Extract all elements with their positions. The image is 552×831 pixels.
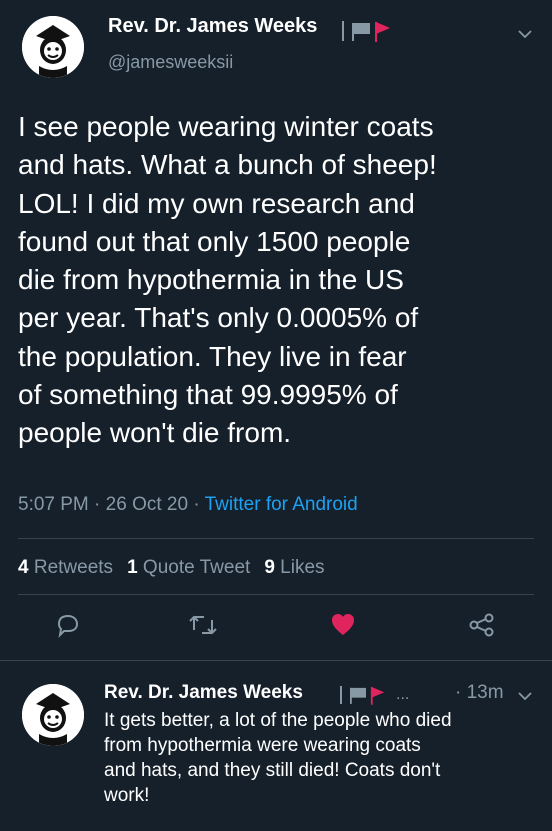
share-icon[interactable]	[468, 612, 496, 643]
retweets-count: 4	[18, 557, 29, 578]
name-separator	[342, 21, 344, 41]
divider	[18, 594, 534, 595]
meta-separator: ·	[188, 494, 205, 515]
chevron-down-icon[interactable]	[518, 688, 532, 706]
reply-time[interactable]: · 13m	[455, 682, 504, 704]
tweet-source[interactable]: Twitter for Android	[205, 494, 358, 515]
author-avatar[interactable]	[22, 16, 84, 78]
reply-avatar[interactable]	[22, 684, 84, 746]
reply-author-badges: ...	[340, 685, 409, 705]
tweet-stats: 4 Retweets 1 Quote Tweet 9 Likes	[18, 557, 325, 579]
retweets-label: Retweets	[33, 557, 114, 578]
tweet-text: I see people wearing winter coats and ha…	[18, 111, 437, 449]
author-handle[interactable]: @jamesweeksii	[108, 52, 233, 73]
reply-text: It gets better, a lot of the people who …	[104, 710, 452, 806]
tweet-actions	[0, 612, 552, 648]
name-separator	[340, 686, 342, 704]
quotes-stat[interactable]: 1 Quote Tweet	[127, 557, 250, 578]
likes-count: 9	[264, 557, 275, 578]
retweet-icon[interactable]	[188, 612, 218, 643]
likes-label: Likes	[280, 557, 325, 578]
tweet-date[interactable]: 26 Oct 20	[106, 494, 188, 515]
reply-icon[interactable]	[55, 612, 81, 643]
name-ellipsis: ...	[396, 686, 410, 703]
quotes-label: Quote Tweet	[142, 557, 251, 578]
red-flag-icon	[370, 685, 386, 705]
divider	[18, 538, 534, 539]
quotes-count: 1	[127, 557, 138, 578]
author-name[interactable]: Rev. Dr. James Weeks	[108, 15, 317, 38]
tweet-time[interactable]: 5:07 PM	[18, 494, 89, 515]
tweet-meta: 5:07 PM · 26 Oct 20 · Twitter for Androi…	[18, 494, 358, 516]
reply-author-name[interactable]: Rev. Dr. James Weeks	[104, 682, 303, 704]
chevron-down-icon[interactable]	[518, 26, 532, 44]
heart-icon[interactable]	[330, 612, 356, 643]
likes-stat[interactable]: 9 Likes	[264, 557, 324, 578]
meta-separator: ·	[88, 494, 106, 515]
retweets-stat[interactable]: 4 Retweets	[18, 557, 113, 578]
thread-divider	[0, 660, 552, 661]
gray-flag-icon	[350, 686, 366, 704]
red-flag-icon	[374, 20, 392, 42]
author-badges	[342, 20, 392, 42]
gray-flag-icon	[352, 21, 370, 41]
